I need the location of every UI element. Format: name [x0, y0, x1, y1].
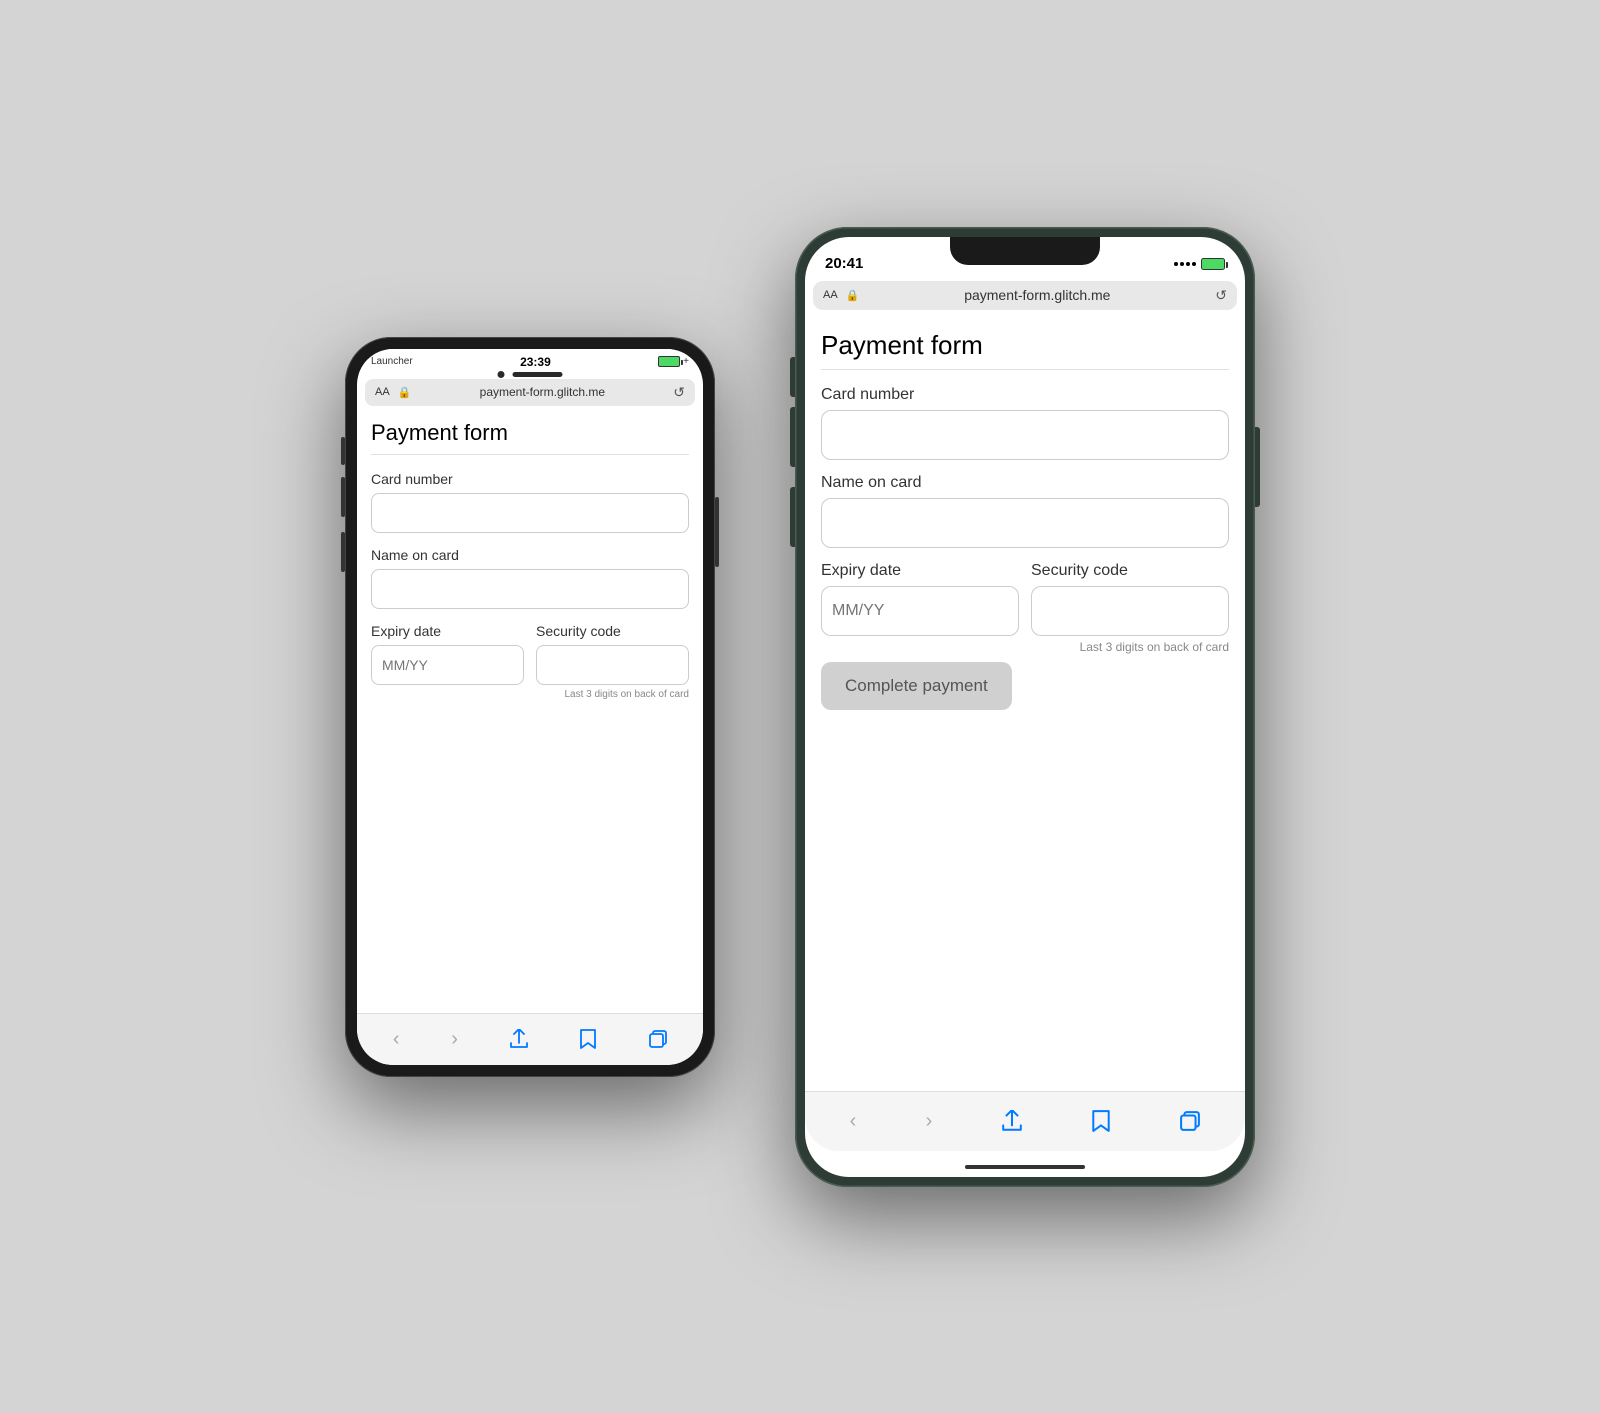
phone1-carrier: Launcher	[371, 356, 413, 367]
phone2-name-group: Name on card	[821, 474, 1229, 548]
phone2-lock-icon: 🔒	[846, 289, 860, 302]
phone1-mute-button	[341, 437, 345, 465]
phone2-address-aa-label[interactable]: AA	[823, 289, 838, 301]
signal-dot-2	[1180, 262, 1184, 266]
phone1-screen: Launcher 23:39 + AA 🔒 payment-form.glitc…	[357, 349, 703, 1065]
phone1: Launcher 23:39 + AA 🔒 payment-form.glitc…	[345, 337, 715, 1077]
battery-icon	[1201, 258, 1225, 270]
phone1-forward-button[interactable]: ›	[447, 1024, 462, 1055]
phone1-security-group: Security code Last 3 digits on back of c…	[536, 623, 689, 700]
phone2-volume-down-button	[790, 487, 795, 547]
phone2-card-number-group: Card number	[821, 386, 1229, 460]
phone2: 20:41 AA 🔒 payment-form.glitch.me ↺ Paym…	[795, 227, 1255, 1187]
phone2-reload-icon[interactable]: ↺	[1215, 287, 1227, 304]
phone2-time: 20:41	[825, 255, 863, 272]
phone2-browser-content: Payment form Card number Name on card Ex…	[805, 316, 1245, 1146]
phone1-name-input[interactable]	[371, 569, 689, 609]
battery-icon	[658, 356, 680, 367]
signal-dot-4	[1192, 262, 1196, 266]
phone2-status-icons	[1174, 258, 1225, 270]
phone1-volume-down-button	[341, 532, 345, 572]
phone2-address-bar[interactable]: AA 🔒 payment-form.glitch.me ↺	[813, 281, 1237, 310]
phone1-security-hint: Last 3 digits on back of card	[536, 689, 689, 700]
phone1-time: 23:39	[520, 355, 551, 369]
phone2-card-number-label: Card number	[821, 386, 1229, 404]
phone1-bookmarks-button[interactable]	[575, 1025, 601, 1053]
signal-dot-1	[1174, 262, 1178, 266]
phone2-camera	[987, 255, 997, 265]
phone2-safari-toolbar: ‹ ›	[805, 1091, 1245, 1151]
signal-dot-3	[1186, 262, 1190, 266]
signal-dots	[1174, 262, 1196, 266]
phone1-expiry-label: Expiry date	[371, 623, 524, 639]
phone2-card-number-input[interactable]	[821, 410, 1229, 460]
phone2-name-label: Name on card	[821, 474, 1229, 492]
reload-icon[interactable]: ↺	[673, 384, 685, 401]
phone1-power-button	[715, 497, 719, 567]
phone2-home-indicator	[965, 1165, 1085, 1169]
phone2-volume-up-button	[790, 407, 795, 467]
phone2-title-divider	[821, 369, 1229, 370]
phone1-security-input[interactable]	[536, 645, 689, 685]
phone2-security-label: Security code	[1031, 562, 1229, 580]
phone2-url[interactable]: payment-form.glitch.me	[867, 287, 1207, 303]
phone2-screen: 20:41 AA 🔒 payment-form.glitch.me ↺ Paym…	[805, 237, 1245, 1177]
phone1-title-divider	[371, 454, 689, 455]
phone2-speaker	[1003, 258, 1063, 262]
phone2-pay-group: Complete payment	[821, 654, 1229, 710]
phone2-expiry-input[interactable]	[821, 586, 1019, 636]
phone1-url[interactable]: payment-form.glitch.me	[419, 385, 665, 399]
phone1-status-icons: +	[658, 356, 689, 367]
phone2-mute-button	[790, 357, 795, 397]
phone1-speaker	[513, 372, 563, 377]
phone2-bookmarks-button[interactable]	[1087, 1106, 1115, 1136]
phone1-expiry-input[interactable]	[371, 645, 524, 685]
phone2-power-button	[1255, 427, 1260, 507]
phone1-tabs-button[interactable]	[645, 1026, 671, 1052]
tabs-icon	[1180, 1111, 1200, 1131]
address-aa-label[interactable]: AA	[375, 386, 390, 398]
phone1-back-button[interactable]: ‹	[389, 1024, 404, 1055]
phone1-share-button[interactable]	[506, 1025, 532, 1053]
phone2-name-input[interactable]	[821, 498, 1229, 548]
lock-icon: 🔒	[398, 386, 412, 399]
phone1-address-bar[interactable]: AA 🔒 payment-form.glitch.me ↺	[365, 379, 695, 406]
phone2-share-button[interactable]	[998, 1106, 1026, 1136]
phone1-browser-content: Payment form Card number Name on card Ex…	[357, 410, 703, 1036]
bookmarks-icon	[579, 1029, 597, 1049]
phone1-security-label: Security code	[536, 623, 689, 639]
phone2-page-title: Payment form	[821, 330, 1229, 361]
complete-payment-button[interactable]: Complete payment	[821, 662, 1012, 710]
phone1-top-hardware	[498, 371, 563, 378]
phone1-safari-toolbar: ‹ ›	[357, 1013, 703, 1065]
phone1-card-number-label: Card number	[371, 471, 689, 487]
phone2-expiry-group: Expiry date	[821, 562, 1019, 654]
phone1-name-label: Name on card	[371, 547, 689, 563]
phone2-security-input[interactable]	[1031, 586, 1229, 636]
phone1-card-number-group: Card number	[371, 471, 689, 533]
phone1-expiry-group: Expiry date	[371, 623, 524, 700]
phone1-volume-up-button	[341, 477, 345, 517]
phone2-security-group: Security code Last 3 digits on back of c…	[1031, 562, 1229, 654]
phone1-page-title: Payment form	[371, 420, 689, 446]
phone2-security-hint: Last 3 digits on back of card	[1031, 640, 1229, 654]
phone2-back-button[interactable]: ‹	[846, 1106, 861, 1137]
phone1-camera	[498, 371, 505, 378]
phone2-expiry-label: Expiry date	[821, 562, 1019, 580]
tabs-icon	[649, 1030, 667, 1048]
phone1-bottom-row: Expiry date Security code Last 3 digits …	[371, 623, 689, 700]
bookmarks-icon	[1091, 1110, 1111, 1132]
phone1-card-number-input[interactable]	[371, 493, 689, 533]
share-icon	[510, 1029, 528, 1049]
phone2-forward-button[interactable]: ›	[922, 1106, 937, 1137]
phone2-tabs-button[interactable]	[1176, 1107, 1204, 1135]
battery-charging-icon: +	[683, 356, 689, 367]
share-icon	[1002, 1110, 1022, 1132]
phone2-notch	[950, 237, 1100, 265]
phone1-name-group: Name on card	[371, 547, 689, 609]
phone2-bottom-row: Expiry date Security code Last 3 digits …	[821, 562, 1229, 654]
phone2-camera-module	[987, 255, 1063, 265]
